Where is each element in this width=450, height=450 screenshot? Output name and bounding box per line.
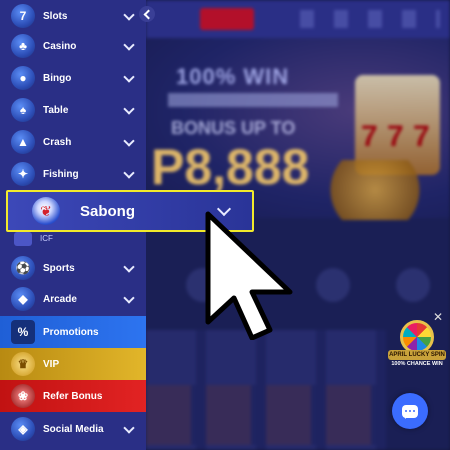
chevron-down-icon bbox=[124, 263, 134, 273]
sidebar-item-refer-bonus[interactable]: ❀ Refer Bonus bbox=[0, 380, 146, 412]
banner-amount: P8,888 bbox=[151, 139, 310, 195]
sidebar-item-arcade[interactable]: ◆ Arcade bbox=[0, 283, 146, 315]
banner-strip bbox=[168, 93, 338, 107]
collapse-sidebar-button[interactable] bbox=[139, 6, 155, 22]
vip-icon: ♛ bbox=[11, 352, 35, 376]
sports-icon: ⚽ bbox=[11, 256, 35, 280]
top-icons bbox=[300, 10, 440, 28]
sidebar-item-label: Table bbox=[43, 104, 69, 116]
chevron-down-icon bbox=[124, 169, 134, 179]
sidebar-item-label: Promotions bbox=[43, 326, 99, 338]
icf-icon bbox=[14, 232, 32, 246]
chat-button[interactable] bbox=[392, 393, 428, 429]
sidebar-item-sports[interactable]: ⚽ Sports bbox=[0, 252, 146, 284]
sidebar-item-label: Casino bbox=[43, 40, 77, 52]
category-icon[interactable] bbox=[316, 268, 350, 302]
lucky-spin-widget[interactable]: APRIL LUCKY SPIN 100% CHANCE WIN bbox=[388, 320, 446, 372]
sidebar-item-label: Arcade bbox=[43, 293, 77, 305]
sidebar-item-table[interactable]: ♠ Table bbox=[0, 94, 146, 126]
chevron-down-icon bbox=[124, 11, 134, 21]
table-icon: ♠ bbox=[11, 98, 35, 122]
crash-icon: ▲ bbox=[11, 130, 35, 154]
category-icon[interactable] bbox=[396, 268, 430, 302]
sidebar-item-bingo[interactable]: ● Bingo bbox=[0, 62, 146, 94]
sidebar-item-label: Sports bbox=[43, 262, 75, 274]
sidebar-item-promotions[interactable]: % Promotions bbox=[0, 316, 146, 348]
coins-image bbox=[320, 160, 430, 220]
lucky-spin-title: APRIL LUCKY SPIN bbox=[388, 350, 446, 360]
promotions-icon: % bbox=[11, 320, 35, 344]
sidebar-item-crash[interactable]: ▲ Crash bbox=[0, 126, 146, 158]
rooster-icon: ❦ bbox=[32, 197, 60, 225]
social-media-icon: ◈ bbox=[11, 417, 35, 441]
chevron-down-icon bbox=[124, 41, 134, 51]
sidebar-item-label: Sabong bbox=[80, 202, 135, 220]
casino-icon: ♣ bbox=[11, 34, 35, 58]
sidebar-item-label: Social Media bbox=[43, 423, 104, 435]
deposit-button[interactable] bbox=[200, 8, 254, 30]
arcade-icon: ◆ bbox=[11, 287, 35, 311]
sidebar-item-social-media[interactable]: ◈ Social Media bbox=[0, 413, 146, 445]
chat-bubble-icon bbox=[402, 404, 418, 419]
bingo-icon: ● bbox=[11, 66, 35, 90]
sidebar-item-label: Slots bbox=[43, 10, 68, 22]
sabong-sub-item-icf[interactable]: ICF bbox=[0, 230, 146, 250]
sub-item-label: ICF bbox=[40, 234, 53, 243]
banner-headline: 100% WIN bbox=[176, 64, 290, 89]
sidebar-item-vip[interactable]: ♛ VIP bbox=[0, 348, 146, 380]
mouse-cursor-icon bbox=[205, 211, 293, 340]
wheel-icon bbox=[400, 320, 434, 354]
sidebar-item-label: Fishing bbox=[43, 168, 79, 180]
sidebar-item-fishing[interactable]: ✦ Fishing bbox=[0, 158, 146, 190]
sidebar-item-label: Refer Bonus bbox=[43, 390, 103, 402]
sidebar-item-casino[interactable]: ♣ Casino bbox=[0, 30, 146, 62]
banner-subheadline: BONUS UP TO bbox=[171, 118, 296, 138]
chevron-down-icon bbox=[124, 73, 134, 83]
chevron-down-icon bbox=[124, 105, 134, 115]
game-cards-row-2[interactable] bbox=[146, 385, 386, 445]
sidebar-item-label: VIP bbox=[43, 358, 60, 370]
chevron-down-icon bbox=[124, 294, 134, 304]
sidebar-item-slots[interactable]: 7 Slots bbox=[0, 0, 146, 32]
chevron-down-icon bbox=[124, 424, 134, 434]
sidebar-item-label: Bingo bbox=[43, 72, 72, 84]
slots-icon: 7 bbox=[11, 4, 35, 28]
sidebar-item-label: Crash bbox=[43, 136, 72, 148]
refer-bonus-icon: ❀ bbox=[11, 384, 35, 408]
chevron-down-icon bbox=[124, 137, 134, 147]
fishing-icon: ✦ bbox=[11, 162, 35, 186]
lucky-spin-subtitle: 100% CHANCE WIN bbox=[391, 361, 443, 367]
